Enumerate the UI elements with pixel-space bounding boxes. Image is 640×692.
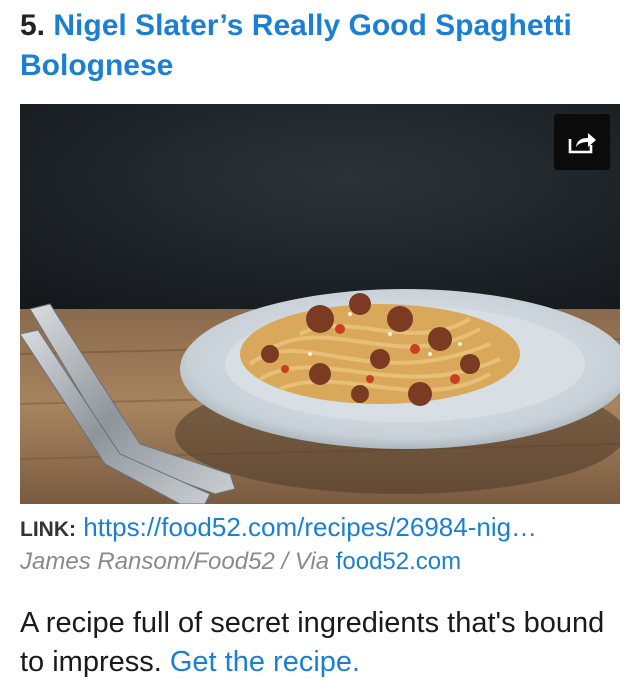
item-title-link[interactable]: Nigel Slater’s Really Good Spaghetti Bol…	[20, 9, 572, 82]
credit-text: James Ransom/Food52 / Via	[20, 548, 336, 575]
link-label: LINK:	[20, 518, 76, 541]
item-heading: 5. Nigel Slater’s Really Good Spaghetti …	[20, 6, 620, 86]
source-link-line: LINK: https://food52.com/recipes/26984-n…	[20, 510, 620, 547]
item-description: A recipe full of secret ingredients that…	[20, 604, 620, 682]
get-recipe-link[interactable]: Get the recipe.	[170, 646, 360, 678]
recipe-photo	[20, 104, 620, 504]
item-number: 5.	[20, 9, 46, 42]
credit-source-link[interactable]: food52.com	[336, 548, 461, 575]
spaghetti-bolognese-image	[20, 104, 620, 504]
photo-credit: James Ransom/Food52 / Via food52.com	[20, 546, 620, 578]
source-url-link[interactable]: https://food52.com/recipes/26984-nig…	[83, 512, 537, 542]
share-arrow-icon	[568, 133, 596, 154]
share-button[interactable]	[554, 114, 610, 170]
